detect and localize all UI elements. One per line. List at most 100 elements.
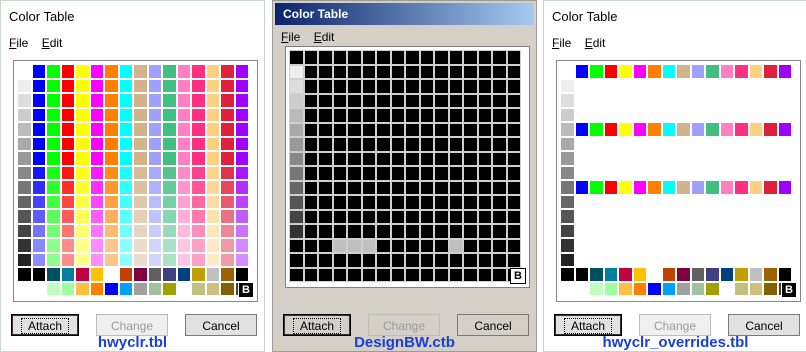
color-cell[interactable] [332, 238, 347, 253]
color-cell[interactable] [303, 267, 318, 282]
color-cell[interactable] [647, 180, 662, 195]
color-cell[interactable] [60, 194, 75, 209]
color-cell[interactable] [361, 64, 376, 79]
color-cell[interactable] [690, 281, 705, 296]
color-cell[interactable] [477, 137, 492, 152]
color-cell[interactable] [777, 122, 792, 137]
color-cell[interactable] [332, 50, 347, 65]
color-cell[interactable] [17, 93, 32, 108]
color-cell[interactable] [492, 64, 507, 79]
color-cell[interactable] [104, 107, 119, 122]
color-cell[interactable] [31, 122, 46, 137]
color-cell[interactable] [434, 267, 449, 282]
color-cell[interactable] [603, 93, 618, 108]
color-cell[interactable] [690, 194, 705, 209]
color-cell[interactable] [118, 122, 133, 137]
color-cell[interactable] [75, 136, 90, 151]
color-cell[interactable] [104, 267, 119, 282]
color-cell[interactable] [647, 281, 662, 296]
color-cell[interactable] [705, 93, 720, 108]
color-cell[interactable] [419, 180, 434, 195]
color-cell[interactable] [405, 209, 420, 224]
color-cell[interactable] [46, 122, 61, 137]
color-cell[interactable] [603, 194, 618, 209]
color-cell[interactable] [492, 122, 507, 137]
color-cell[interactable] [234, 151, 249, 166]
color-cell[interactable] [589, 93, 604, 108]
color-cell[interactable] [390, 79, 405, 94]
color-cell[interactable] [734, 209, 749, 224]
color-cell[interactable] [777, 64, 792, 79]
color-cell[interactable] [162, 252, 177, 267]
color-cell[interactable] [104, 151, 119, 166]
color-cell[interactable] [303, 224, 318, 239]
color-cell[interactable] [690, 64, 705, 79]
color-cell[interactable] [719, 223, 734, 238]
color-grid[interactable] [560, 64, 792, 296]
color-cell[interactable] [176, 107, 191, 122]
color-cell[interactable] [492, 267, 507, 282]
color-cell[interactable] [104, 223, 119, 238]
color-cell[interactable] [477, 93, 492, 108]
color-cell[interactable] [361, 209, 376, 224]
color-cell[interactable] [560, 281, 575, 296]
color-cell[interactable] [719, 136, 734, 151]
color-cell[interactable] [234, 165, 249, 180]
color-cell[interactable] [347, 122, 362, 137]
color-cell[interactable] [89, 136, 104, 151]
color-cell[interactable] [448, 166, 463, 181]
color-cell[interactable] [647, 78, 662, 93]
color-cell[interactable] [647, 107, 662, 122]
color-cell[interactable] [133, 223, 148, 238]
color-cell[interactable] [162, 281, 177, 296]
color-cell[interactable] [289, 64, 304, 79]
color-cell[interactable] [60, 151, 75, 166]
color-cell[interactable] [176, 223, 191, 238]
color-cell[interactable] [347, 151, 362, 166]
color-cell[interactable] [506, 151, 521, 166]
color-cell[interactable] [589, 165, 604, 180]
color-cell[interactable] [220, 209, 235, 224]
color-cell[interactable] [17, 209, 32, 224]
color-cell[interactable] [191, 209, 206, 224]
color-cell[interactable] [574, 151, 589, 166]
color-cell[interactable] [574, 122, 589, 137]
color-cell[interactable] [477, 195, 492, 210]
color-cell[interactable] [589, 209, 604, 224]
color-cell[interactable] [361, 224, 376, 239]
color-cell[interactable] [31, 209, 46, 224]
color-cell[interactable] [734, 107, 749, 122]
color-cell[interactable] [147, 78, 162, 93]
color-cell[interactable] [506, 209, 521, 224]
color-cell[interactable] [560, 136, 575, 151]
color-cell[interactable] [17, 151, 32, 166]
color-cell[interactable] [676, 78, 691, 93]
color-cell[interactable] [133, 267, 148, 282]
color-cell[interactable] [118, 180, 133, 195]
color-cell[interactable] [405, 50, 420, 65]
color-cell[interactable] [647, 122, 662, 137]
color-cell[interactable] [603, 223, 618, 238]
color-cell[interactable] [60, 78, 75, 93]
color-cell[interactable] [574, 93, 589, 108]
color-cell[interactable] [31, 223, 46, 238]
color-cell[interactable] [205, 122, 220, 137]
color-cell[interactable] [361, 50, 376, 65]
color-cell[interactable] [448, 209, 463, 224]
color-cell[interactable] [390, 93, 405, 108]
color-cell[interactable] [777, 209, 792, 224]
color-cell[interactable] [31, 93, 46, 108]
color-cell[interactable] [318, 238, 333, 253]
color-cell[interactable] [220, 93, 235, 108]
color-cell[interactable] [574, 223, 589, 238]
color-cell[interactable] [234, 180, 249, 195]
color-cell[interactable] [390, 224, 405, 239]
color-cell[interactable] [777, 78, 792, 93]
color-cell[interactable] [603, 151, 618, 166]
color-cell[interactable] [661, 136, 676, 151]
color-cell[interactable] [89, 122, 104, 137]
color-cell[interactable] [46, 165, 61, 180]
color-cell[interactable] [690, 180, 705, 195]
color-cell[interactable] [332, 79, 347, 94]
color-cell[interactable] [448, 267, 463, 282]
